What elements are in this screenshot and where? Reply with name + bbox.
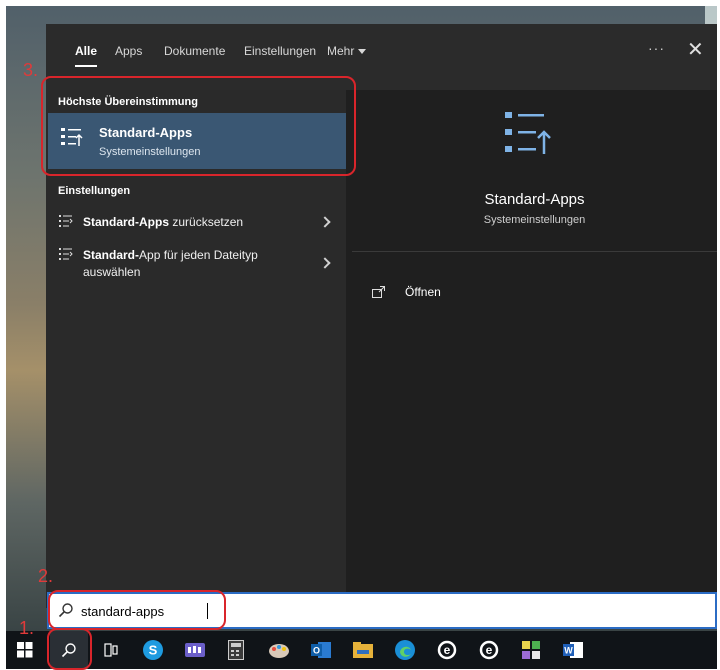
task-view-icon[interactable] [92, 631, 130, 669]
preview-title: Standard-Apps [484, 191, 585, 208]
outlook-icon[interactable]: O [302, 631, 340, 669]
open-label: Öffnen [405, 285, 441, 299]
result-label: Standard-Apps zurücksetzen [83, 214, 308, 231]
svg-text:S: S [149, 643, 158, 658]
tab-settings[interactable]: Einstellungen [244, 44, 316, 58]
preview-subtitle: Systemeinstellungen [483, 214, 586, 226]
tab-all[interactable]: Alle [75, 44, 98, 67]
annotation-step-1: 1. [19, 618, 35, 638]
chevron-right-icon [319, 257, 331, 269]
settings-list-icon [59, 215, 73, 227]
result-label-rest: zurücksetzen [169, 215, 244, 229]
annotation-step-3: 3. [23, 60, 39, 80]
app-icon[interactable] [512, 631, 550, 669]
taskbar: S O e e W [6, 631, 717, 669]
teams-icon[interactable] [176, 631, 214, 669]
svg-text:O: O [313, 646, 320, 656]
annotation-highlight-search-button [47, 628, 92, 670]
skype-icon[interactable]: S [134, 631, 172, 669]
default-apps-icon [505, 112, 551, 154]
preview-header: Standard-Apps Systemeinstellungen [352, 90, 717, 252]
svg-text:W: W [564, 646, 573, 656]
internet-explorer-icon[interactable]: e [428, 631, 466, 669]
more-options-button[interactable]: ··· [648, 40, 665, 56]
annotation-highlight-search-box [48, 590, 226, 630]
annotation-highlight-best-match [41, 76, 356, 176]
word-icon[interactable]: W [554, 631, 592, 669]
result-label-match: Standard-Apps [83, 215, 170, 229]
result-choose-default-by-filetype[interactable]: Standard-App für jeden Dateityp auswähle… [46, 247, 346, 283]
result-label: Standard-App für jeden Dateityp auswähle… [83, 247, 308, 281]
settings-section-header: Einstellungen [58, 185, 131, 197]
settings-list-icon [59, 248, 73, 260]
annotation-step-2: 2. [38, 566, 54, 586]
open-window-icon [372, 286, 385, 298]
chevron-down-icon [358, 49, 367, 55]
close-button[interactable]: ✕ [687, 37, 704, 62]
svg-text:e: e [486, 643, 493, 657]
tab-more[interactable]: Mehr [327, 44, 367, 58]
result-reset-default-apps[interactable]: Standard-Apps zurücksetzen [46, 214, 346, 234]
svg-text:e: e [444, 643, 451, 657]
result-label-match: Standard- [83, 248, 140, 262]
edge-icon[interactable] [386, 631, 424, 669]
paint-icon[interactable] [260, 631, 298, 669]
tab-more-label: Mehr [327, 44, 355, 58]
calculator-icon[interactable] [217, 631, 255, 669]
chevron-right-icon [319, 216, 331, 228]
result-preview-pane: Standard-Apps Systemeinstellungen Öffnen [352, 90, 717, 608]
internet-explorer-icon[interactable]: e [470, 631, 508, 669]
tab-apps[interactable]: Apps [115, 44, 142, 58]
tab-documents[interactable]: Dokumente [164, 44, 225, 58]
file-explorer-icon[interactable] [344, 631, 382, 669]
